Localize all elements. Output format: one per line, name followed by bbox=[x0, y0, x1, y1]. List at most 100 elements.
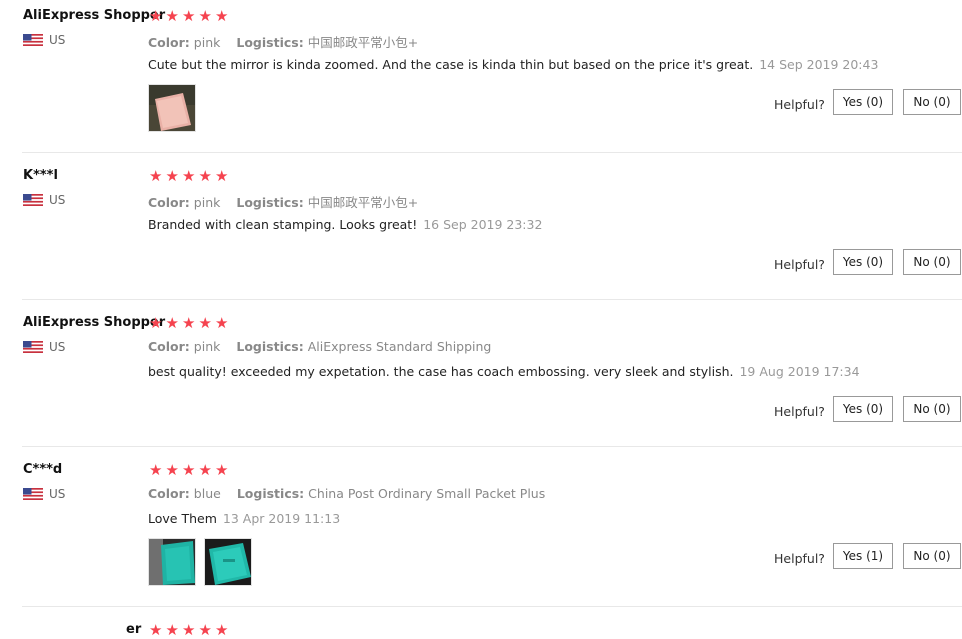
star-rating: ★ ★ ★ ★ ★ bbox=[148, 622, 230, 638]
star-icon: ★ bbox=[182, 7, 196, 25]
helpful-yes-button[interactable]: Yes (0) bbox=[833, 396, 893, 422]
star-icon: ★ bbox=[165, 621, 179, 639]
logistics-key: Logistics: bbox=[236, 35, 304, 50]
review-date: 16 Sep 2019 23:32 bbox=[423, 217, 543, 232]
helpful-yes-button[interactable]: Yes (0) bbox=[833, 249, 893, 275]
us-flag-icon bbox=[23, 34, 43, 46]
review-text: Cute but the mirror is kinda zoomed. And… bbox=[148, 57, 878, 72]
helpful-label: Helpful? bbox=[774, 97, 825, 112]
review-divider bbox=[22, 446, 962, 447]
review-body: best quality! exceeded my expetation. th… bbox=[148, 364, 734, 379]
review-divider bbox=[22, 299, 962, 300]
logistics-key: Logistics: bbox=[236, 486, 305, 501]
pink-case-photo bbox=[149, 85, 195, 131]
star-icon: ★ bbox=[165, 7, 179, 25]
logistics-value: 中国邮政平常小包+ bbox=[307, 35, 419, 50]
review-text: Love Them 13 Apr 2019 11:13 bbox=[148, 511, 340, 526]
reviewer-country: US bbox=[23, 487, 65, 501]
color-key: Color: bbox=[148, 486, 190, 501]
logistics-key: Logistics: bbox=[236, 195, 304, 210]
star-icon: ★ bbox=[198, 461, 212, 479]
star-icon: ★ bbox=[215, 621, 229, 639]
reviewer-country: US bbox=[23, 33, 65, 47]
review-photo-thumbnail[interactable] bbox=[148, 538, 196, 586]
helpful-label: Helpful? bbox=[774, 257, 825, 272]
helpful-no-button[interactable]: No (0) bbox=[903, 249, 961, 275]
us-flag-icon bbox=[23, 194, 43, 206]
review-meta: Color: pink Logistics: 中国邮政平常小包+ bbox=[148, 32, 434, 51]
review-divider bbox=[22, 152, 962, 153]
helpful-no-button[interactable]: No (0) bbox=[903, 543, 961, 569]
star-icon: ★ bbox=[165, 167, 179, 185]
helpful-no-button[interactable]: No (0) bbox=[903, 396, 961, 422]
star-icon: ★ bbox=[198, 314, 212, 332]
review-date: 19 Aug 2019 17:34 bbox=[739, 364, 860, 379]
helpful-yes-button[interactable]: Yes (0) bbox=[833, 89, 893, 115]
country-code: US bbox=[49, 487, 66, 501]
teal-case-photo-2 bbox=[205, 539, 251, 585]
reviewer-country: US bbox=[23, 340, 65, 354]
reviewer-name: C***d bbox=[23, 462, 63, 477]
reviewer-name: AliExpress Shopper bbox=[23, 8, 166, 23]
logistics-value: 中国邮政平常小包+ bbox=[307, 195, 419, 210]
star-icon: ★ bbox=[215, 461, 229, 479]
reviewer-name: AliExpress Shopper bbox=[23, 315, 166, 330]
star-rating: ★ ★ ★ ★ ★ bbox=[148, 8, 230, 24]
review-meta: Color: blue Logistics: China Post Ordinary … bbox=[148, 486, 561, 501]
review-body: Love Them bbox=[148, 511, 217, 526]
color-key: Color: bbox=[148, 339, 190, 354]
logistics-value: AliExpress Standard Shipping bbox=[307, 339, 492, 354]
review-meta: Color: pink Logistics: 中国邮政平常小包+ bbox=[148, 192, 434, 211]
country-code: US bbox=[49, 193, 66, 207]
review-text: Branded with clean stamping. Looks great… bbox=[148, 217, 542, 232]
star-icon: ★ bbox=[182, 621, 196, 639]
star-icon: ★ bbox=[149, 7, 163, 25]
star-icon: ★ bbox=[182, 314, 196, 332]
us-flag-icon bbox=[23, 341, 43, 353]
star-rating: ★ ★ ★ ★ ★ bbox=[148, 462, 230, 478]
star-icon: ★ bbox=[149, 314, 163, 332]
star-icon: ★ bbox=[215, 314, 229, 332]
review-divider bbox=[22, 606, 962, 607]
review-body: Cute but the mirror is kinda zoomed. And… bbox=[148, 57, 754, 72]
helpful-label: Helpful? bbox=[774, 404, 825, 419]
review-text: best quality! exceeded my expetation. th… bbox=[148, 364, 860, 379]
color-value: pink bbox=[193, 35, 221, 50]
review-body: Branded with clean stamping. Looks great… bbox=[148, 217, 418, 232]
color-value: pink bbox=[193, 339, 221, 354]
color-value: pink bbox=[193, 195, 221, 210]
review-date: 13 Apr 2019 11:13 bbox=[222, 511, 341, 526]
helpful-yes-button[interactable]: Yes (1) bbox=[833, 543, 893, 569]
color-key: Color: bbox=[148, 195, 190, 210]
star-icon: ★ bbox=[165, 461, 179, 479]
logistics-value: China Post Ordinary Small Packet Plus bbox=[308, 486, 546, 501]
star-icon: ★ bbox=[198, 621, 212, 639]
reviewer-name: K***l bbox=[23, 168, 58, 183]
star-icon: ★ bbox=[215, 7, 229, 25]
review-photo-thumbnail[interactable] bbox=[204, 538, 252, 586]
review-photo-thumbnail[interactable] bbox=[148, 84, 196, 132]
teal-case-photo-1 bbox=[149, 539, 195, 585]
reviewer-country: US bbox=[23, 193, 65, 207]
star-icon: ★ bbox=[182, 461, 196, 479]
us-flag-icon bbox=[23, 488, 43, 500]
helpful-no-button[interactable]: No (0) bbox=[903, 89, 961, 115]
reviewer-name-partial: er bbox=[126, 622, 142, 637]
helpful-label: Helpful? bbox=[774, 551, 825, 566]
star-icon: ★ bbox=[215, 167, 229, 185]
star-icon: ★ bbox=[149, 621, 163, 639]
logistics-key: Logistics: bbox=[236, 339, 304, 354]
star-rating: ★ ★ ★ ★ ★ bbox=[148, 168, 230, 184]
star-icon: ★ bbox=[198, 7, 212, 25]
star-icon: ★ bbox=[182, 167, 196, 185]
color-value: blue bbox=[193, 486, 221, 501]
star-icon: ★ bbox=[149, 167, 163, 185]
star-icon: ★ bbox=[198, 167, 212, 185]
review-date: 14 Sep 2019 20:43 bbox=[759, 57, 879, 72]
star-icon: ★ bbox=[165, 314, 179, 332]
star-icon: ★ bbox=[149, 461, 163, 479]
country-code: US bbox=[49, 33, 66, 47]
review-meta: Color: pink Logistics: AliExpress Standard … bbox=[148, 339, 507, 354]
star-rating: ★ ★ ★ ★ ★ bbox=[148, 315, 230, 331]
color-key: Color: bbox=[148, 35, 190, 50]
